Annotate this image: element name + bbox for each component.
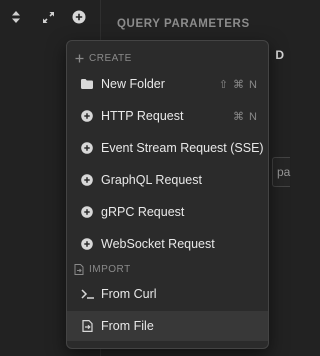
import-section-header: IMPORT — [67, 259, 268, 279]
terminal-prompt-icon — [81, 288, 95, 300]
create-header-label: CREATE — [89, 52, 132, 64]
import-icon — [73, 263, 85, 275]
clipped-heading: D — [275, 48, 284, 62]
menu-item-label: From File — [101, 319, 154, 333]
menu-item-grpc-request[interactable]: gRPC Request — [67, 197, 268, 227]
menu-item-label: Event Stream Request (SSE) — [101, 141, 264, 155]
menu-item-graphql-request[interactable]: GraphQL Request — [67, 165, 268, 195]
query-parameters-title: QUERY PARAMETERS — [117, 18, 250, 30]
add-circle-icon — [81, 238, 93, 250]
menu-item-label: HTTP Request — [101, 109, 184, 123]
menu-item-new-folder[interactable]: New Folder ⇧ ⌘ N — [67, 69, 268, 99]
keyboard-shortcut: ⌘ N — [233, 110, 258, 123]
create-dropdown-menu: CREATE New Folder ⇧ ⌘ N HTTP Request ⌘ N… — [66, 40, 269, 349]
expand-icon[interactable] — [40, 9, 56, 25]
add-circle-icon — [81, 142, 93, 154]
parameter-input[interactable]: pa — [272, 157, 290, 187]
plus-icon — [73, 52, 85, 64]
menu-item-label: gRPC Request — [101, 205, 185, 219]
menu-item-label: From Curl — [101, 287, 157, 301]
add-circle-icon[interactable] — [71, 9, 87, 25]
menu-item-http-request[interactable]: HTTP Request ⌘ N — [67, 101, 268, 131]
sort-arrows-icon[interactable] — [8, 9, 24, 25]
menu-item-event-stream-request[interactable]: Event Stream Request (SSE) — [67, 133, 268, 163]
add-circle-icon — [81, 206, 93, 218]
folder-icon — [81, 78, 93, 90]
create-section-header: CREATE — [67, 48, 268, 68]
menu-item-websocket-request[interactable]: WebSocket Request — [67, 229, 268, 259]
menu-item-from-file[interactable]: From File — [67, 311, 268, 341]
menu-item-label: New Folder — [101, 77, 165, 91]
file-import-icon — [81, 320, 93, 332]
menu-item-label: WebSocket Request — [101, 237, 215, 251]
menu-item-from-curl[interactable]: From Curl — [67, 279, 268, 309]
import-header-label: IMPORT — [89, 263, 131, 275]
keyboard-shortcut: ⇧ ⌘ N — [218, 78, 258, 91]
app-frame: QUERY PARAMETERS D pa CREATE New Folder … — [0, 0, 290, 356]
add-circle-icon — [81, 174, 93, 186]
menu-item-label: GraphQL Request — [101, 173, 202, 187]
add-circle-icon — [81, 110, 93, 122]
sidebar-toolbar — [0, 0, 100, 38]
